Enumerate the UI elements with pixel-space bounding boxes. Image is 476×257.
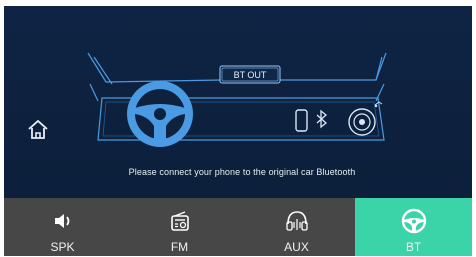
steering-wheel-icon <box>401 208 427 234</box>
car-bt-screen: BT OUT Please connect your phone to the … <box>4 6 472 256</box>
home-icon[interactable] <box>26 118 50 142</box>
source-tab-bar: SPK FM AUX BT <box>4 198 472 256</box>
bt-out-label: BT OUT <box>233 70 267 80</box>
radio-icon <box>171 211 189 231</box>
tab-spk[interactable]: SPK <box>4 198 121 256</box>
bluetooth-icon <box>316 109 328 129</box>
tab-fm-label: FM <box>170 240 189 254</box>
connection-message: Please connect your phone to the origina… <box>128 167 356 177</box>
tab-spk-label: SPK <box>50 240 75 254</box>
car-speaker-icon <box>348 101 383 136</box>
tab-aux[interactable]: AUX <box>238 198 355 256</box>
steering-wheel-icon <box>127 81 193 147</box>
tab-fm[interactable]: FM <box>121 198 238 256</box>
bt-out-panel: BT OUT Please connect your phone to the … <box>4 6 472 198</box>
speaker-icon <box>55 214 70 228</box>
tab-bt[interactable]: BT <box>355 198 472 256</box>
tab-aux-label: AUX <box>284 240 309 254</box>
headphones-icon <box>286 211 308 231</box>
tab-bt-label: BT <box>405 240 422 254</box>
phone-icon <box>295 109 308 132</box>
